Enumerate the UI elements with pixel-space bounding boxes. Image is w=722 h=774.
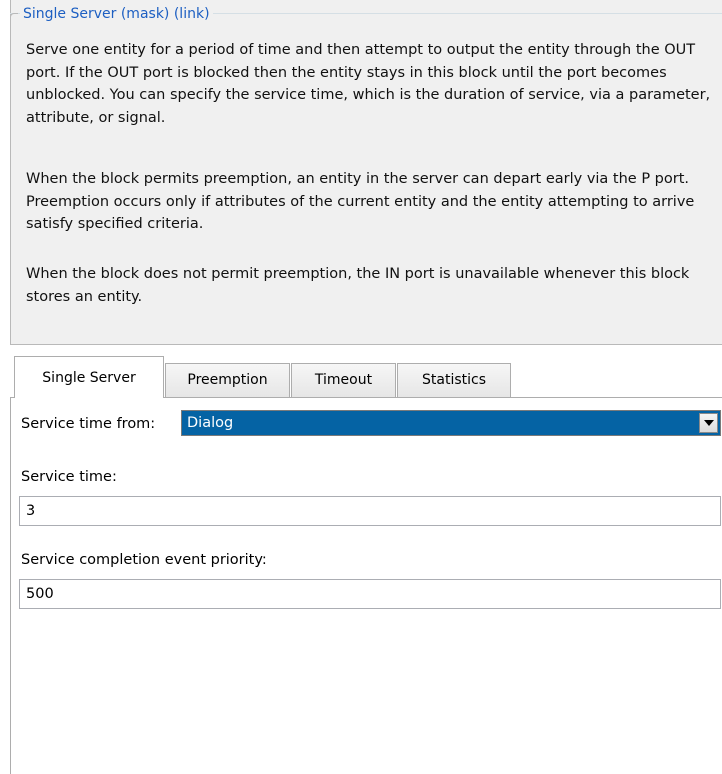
service-time-from-select[interactable]: Dialog [181,410,721,436]
chevron-down-icon[interactable] [699,413,718,433]
service-time-input[interactable]: 3 [19,496,721,526]
tab-preemption[interactable]: Preemption [165,363,290,397]
service-time-from-value: Dialog [187,415,234,431]
tab-panel-border [10,397,11,774]
tab-single-server[interactable]: Single Server [14,356,164,398]
description-paragraph: Serve one entity for a period of time an… [26,42,711,126]
description-title: Single Server (mask) (link) [20,5,213,23]
tab-timeout[interactable]: Timeout [291,363,396,397]
description-panel-corner [10,13,18,21]
block-parameters-dialog: Single Server (mask) (link) Serve one en… [0,0,722,774]
tab-statistics[interactable]: Statistics [397,363,511,397]
description-paragraph: When the block permits preemption, an en… [26,171,695,232]
event-priority-label: Service completion event priority: [21,552,267,568]
description-paragraph: When the block does not permit preemptio… [26,266,690,305]
event-priority-input[interactable]: 500 [19,579,721,609]
service-time-from-label: Service time from: [21,416,156,432]
service-time-label: Service time: [21,469,117,485]
